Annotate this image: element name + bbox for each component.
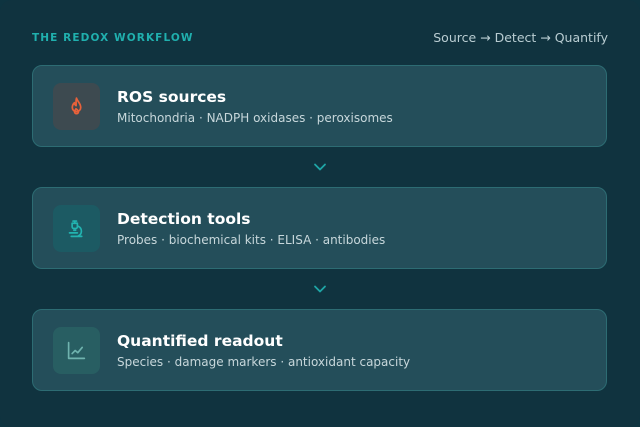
- card-icon-box: [53, 83, 100, 130]
- card-title: ROS sources: [117, 88, 227, 106]
- section-eyebrow: THE REDOX WORKFLOW: [32, 32, 194, 44]
- card-title: Detection tools: [117, 210, 251, 228]
- card-ros-sources: ROS sources Mitochondria · NADPH oxidase…: [32, 65, 607, 147]
- chevron-down-icon: [314, 163, 326, 171]
- card-detection-tools: Detection tools Probes · biochemical kit…: [32, 187, 607, 269]
- flame-icon: [71, 97, 82, 115]
- microscope-icon: [68, 220, 83, 238]
- card-quantified-readout: Quantified readout Species · damage mark…: [32, 309, 607, 391]
- card-icon-box: [53, 327, 100, 374]
- card-subtitle: Species · damage markers · antioxidant c…: [117, 355, 411, 369]
- card-subtitle: Probes · biochemical kits · ELISA · anti…: [117, 233, 386, 247]
- card-subtitle: Mitochondria · NADPH oxidases · peroxiso…: [117, 111, 393, 125]
- workflow-summary: Source → Detect → Quantify: [433, 30, 608, 45]
- card-title: Quantified readout: [117, 332, 283, 350]
- card-icon-box: [53, 205, 100, 252]
- workflow-panel: THE REDOX WORKFLOW Source → Detect → Qua…: [0, 0, 640, 427]
- chevron-down-icon: [314, 285, 326, 293]
- line-chart-icon: [67, 341, 86, 360]
